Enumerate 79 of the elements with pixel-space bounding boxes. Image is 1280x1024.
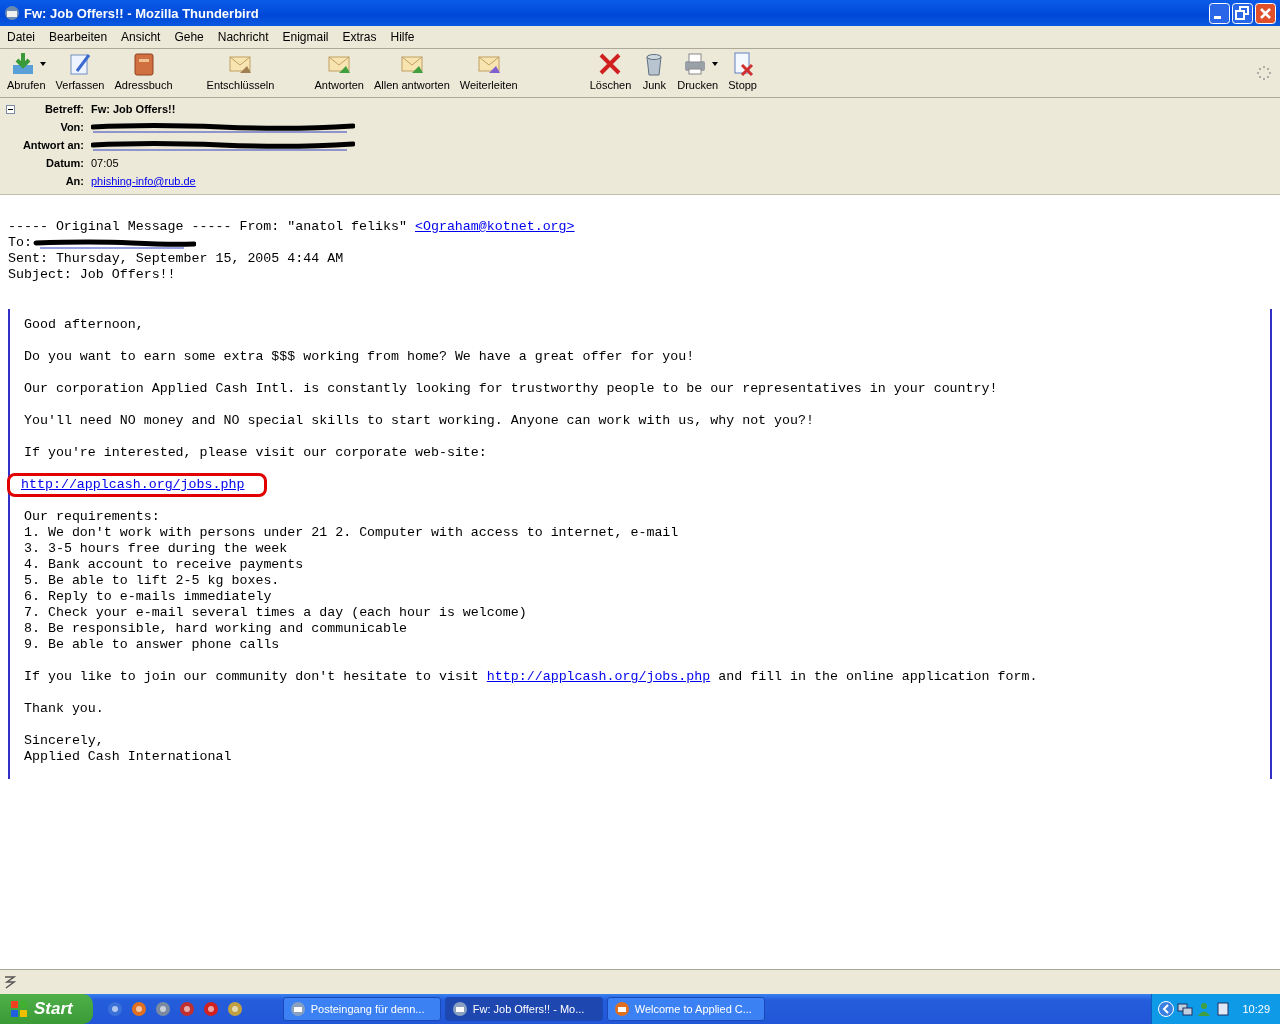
message-line: You'll need NO money and NO special skills to start working. Anyone can work with us, why not you?! [24,413,815,429]
message-line: 8. Be responsible, hard working and communicable [24,621,408,637]
header-label: Antwort an: [21,139,85,151]
message-line: 3. 3-5 hours free during the week [24,541,289,557]
menu-item[interactable]: Datei [0,30,42,44]
app-icon [613,1001,630,1017]
header-label: Von: [59,121,85,133]
menu-item[interactable]: Extras [335,30,384,44]
minimize-icon[interactable] [1209,2,1230,24]
quick-launch-icon[interactable] [130,1001,147,1017]
header-label: Betreff: [43,103,85,115]
menu-item[interactable]: Ansicht [114,30,168,44]
taskbar-button[interactable]: Fw: Job Offers!! - Mo... [444,997,603,1021]
message-line: 1. We don't work with persons under 21 2. Computer with access to internet, e-mail [24,525,680,541]
original-message-line: ----- Original Message ----- From: "anatol feliks" [8,219,407,234]
message-link[interactable]: http://applcash.org/jobs.php [486,669,711,684]
menu-item[interactable]: Gehe [167,30,211,44]
message-line: Thank you. [24,701,105,717]
throbber-icon [1256,65,1272,81]
date-text: 07:05 [91,157,119,169]
quick-launch-icon[interactable] [226,1001,243,1017]
window-title: Fw: Job Offers!! - Mozilla Thunderbird [24,5,259,21]
toolbar-button[interactable]: Abrufen [2,51,51,91]
to-label: To: [8,235,32,251]
chevron-icon[interactable] [1158,1001,1175,1017]
message-line: Applied Cash International [24,749,233,765]
dropdown-caret-icon[interactable] [711,62,718,66]
taskbar-button[interactable]: Welcome to Applied C... [606,997,765,1021]
message-line: 7. Check your e-mail several times a day (each hour is welcome) [24,605,528,621]
message-link[interactable]: http://applcash.org/jobs.php [21,477,245,492]
sender-link[interactable]: <Ograham@kotnet.org> [414,219,575,234]
dropdown-caret-icon[interactable] [40,62,47,66]
collapse-toggle-icon[interactable] [6,104,15,114]
message-line: 9. Be able to answer phone calls [24,637,281,653]
subject-line: Subject: Job Offers!! [8,267,177,283]
toolbar-button[interactable]: Drucken [672,51,724,91]
taskbar-button[interactable]: Posteingang für denn... [282,997,441,1021]
app-icon [4,5,20,21]
menu-item[interactable]: Enigmail [275,30,336,44]
sent-line: Sent: Thursday, September 15, 2005 4:44 AM [8,251,345,267]
clock: 10:29 [1242,1003,1270,1015]
restore-icon[interactable] [1232,2,1253,24]
close-icon[interactable] [1255,2,1276,24]
toolbar-button[interactable]: Löschen [584,51,637,91]
message-line: 4. Bank account to receive payments [24,557,305,573]
message-line: Our requirements: [24,509,161,525]
toolbar-button[interactable]: Stopp [723,51,762,91]
quick-launch-icon[interactable] [202,1001,219,1017]
message-line: Sincerely, [24,733,105,749]
message-line: 5. Be able to lift 2-5 kg boxes. [24,573,281,589]
menu-item[interactable]: Nachricht [210,30,276,44]
message-line: Do you want to earn some extra $$$ working from home? We have a great offer for you! [24,349,696,365]
document-icon[interactable] [1215,1001,1232,1017]
recipient-link[interactable]: phishing-info@rub.de [91,175,196,187]
toolbar-button[interactable]: Weiterleiten [454,51,523,91]
app-icon [451,1001,468,1017]
message-line: If you like to join our community don't hesitate to visit http://applcash.org/jobs.php and fill in the online application form. [24,669,1039,685]
subject-text: Fw: Job Offers!! [91,103,176,115]
pen-icon [67,51,93,77]
toolbar-button[interactable]: Antworten [309,51,369,91]
toolbar-button[interactable]: Junk [636,51,673,91]
toolbar-button[interactable]: Allen antworten [368,51,455,91]
network-icon[interactable] [1177,1001,1194,1017]
message-line: 6. Reply to e-mails immediately [24,589,273,605]
header-label: Datum: [45,157,85,169]
quick-launch-icon[interactable] [106,1001,123,1017]
quick-launch-icon[interactable] [178,1001,195,1017]
message-line: If you're interested, please visit our corporate web-site: [24,445,488,461]
quick-launch-icon[interactable] [154,1001,171,1017]
toolbar-button[interactable]: Verfassen [50,51,110,91]
toolbar-button[interactable]: Adressbuch [109,51,178,91]
header-label: An: [64,175,85,187]
toolbar-button[interactable]: Entschlüsseln [201,51,280,91]
app-icon [289,1001,306,1017]
message-line: Our corporation Applied Cash Intl. is constantly looking for trustworthy people to be our representatives in your country! [24,381,999,397]
message-line: Good afternoon, [24,317,145,333]
menu-item[interactable]: Bearbeiten [42,30,115,44]
windows-logo-icon [10,1000,28,1018]
menu-item[interactable]: Hilfe [383,30,422,44]
